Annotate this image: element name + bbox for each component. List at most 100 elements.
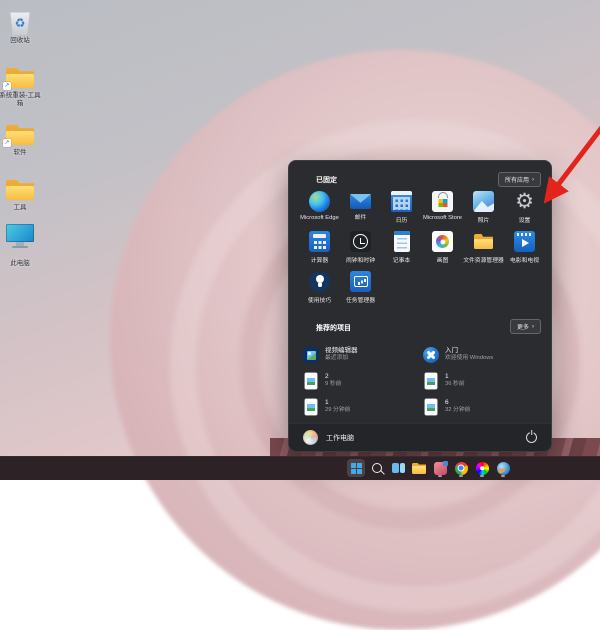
photos-icon xyxy=(473,191,494,212)
image-file-icon xyxy=(425,399,437,415)
start-menu: 已固定 所有应用 › Microsoft Edge 邮件 日历 Microsof… xyxy=(288,160,552,452)
all-apps-button[interactable]: 所有应用 › xyxy=(498,172,541,187)
recommended-subtitle: 32 分钟前 xyxy=(445,407,470,415)
monitor-icon xyxy=(6,224,34,242)
store-icon xyxy=(432,191,453,212)
taskbar-colorwheel-button[interactable] xyxy=(473,459,491,477)
recommended-item-file[interactable]: 6 32 分钟前 xyxy=(423,394,543,420)
pinned-app-label: Microsoft Store xyxy=(422,215,463,221)
taskbar-app-pink-button[interactable] xyxy=(431,459,449,477)
desktop-icon-folder-1[interactable]: 系统重装-工具箱 xyxy=(0,60,43,108)
pinned-app-calendar[interactable]: 日历 xyxy=(381,191,422,231)
pinned-app-label: 照片 xyxy=(463,215,504,224)
pinned-app-label: 闹钟和时钟 xyxy=(340,255,381,264)
pinned-app-label: 记事本 xyxy=(381,255,422,264)
desktop-icon-label: 回收站 xyxy=(0,37,43,45)
taskbar-globe-button[interactable] xyxy=(494,459,512,477)
folder-icon xyxy=(5,178,35,202)
notepad-icon xyxy=(394,231,410,252)
pinned-app-label: 电影和电视 xyxy=(504,255,545,264)
edge-icon xyxy=(309,191,330,212)
movies-tv-icon xyxy=(514,231,535,252)
windows-logo-icon xyxy=(351,463,362,474)
pinned-app-label: Microsoft Edge xyxy=(299,215,340,221)
all-apps-label: 所有应用 xyxy=(505,175,529,184)
recommended-subtitle: 最近添加 xyxy=(325,355,358,363)
image-file-icon xyxy=(425,373,437,389)
recommended-subtitle: 36 秒前 xyxy=(445,381,465,389)
folder-shortcut-icon xyxy=(5,123,35,147)
pinned-app-label: 日历 xyxy=(381,215,422,224)
recommended-item-video-editor[interactable]: 视频编辑器 最近添加 xyxy=(303,342,423,368)
recommended-item-file[interactable]: 1 29 分钟前 xyxy=(303,394,423,420)
pinned-app-explorer[interactable]: 文件资源管理器 xyxy=(463,231,504,271)
user-name[interactable]: 工作电脑 xyxy=(326,433,354,443)
settings-gear-icon xyxy=(514,191,535,212)
pinned-app-settings[interactable]: 设置 xyxy=(504,191,545,231)
pink-app-icon xyxy=(434,462,447,475)
pinned-app-calculator[interactable]: 计算器 xyxy=(299,231,340,271)
paint-icon xyxy=(432,231,453,252)
desktop-icon-label: 系统重装-工具箱 xyxy=(0,92,43,108)
pinned-app-notepad[interactable]: 记事本 xyxy=(381,231,422,271)
chrome-icon xyxy=(455,462,468,475)
desktop-icon-this-pc[interactable]: 此电脑 xyxy=(0,224,43,268)
running-indicator xyxy=(501,475,505,477)
calculator-icon xyxy=(309,231,330,252)
pinned-app-label: 使用技巧 xyxy=(299,295,340,304)
file-explorer-icon xyxy=(473,231,494,252)
pinned-apps-grid: Microsoft Edge 邮件 日历 Microsoft Store 照片 … xyxy=(299,191,545,311)
search-icon xyxy=(372,463,382,473)
pinned-app-alarms[interactable]: 闹钟和时钟 xyxy=(340,231,381,271)
more-button[interactable]: 更多 › xyxy=(510,319,541,334)
image-file-icon xyxy=(305,399,317,415)
folder-icon xyxy=(412,463,426,474)
pinned-app-store[interactable]: Microsoft Store xyxy=(422,191,463,231)
chevron-right-icon: › xyxy=(532,324,534,330)
desktop-icon-label: 软件 xyxy=(0,149,43,157)
pinned-app-photos[interactable]: 照片 xyxy=(463,191,504,231)
taskbar-search-button[interactable] xyxy=(368,459,386,477)
user-avatar[interactable] xyxy=(303,430,318,445)
task-manager-icon xyxy=(350,271,371,292)
pinned-app-label: 设置 xyxy=(504,215,545,224)
recycle-bin-icon: ♻ xyxy=(10,10,31,35)
mail-icon xyxy=(350,194,371,209)
pinned-app-movies[interactable]: 电影和电视 xyxy=(504,231,545,271)
pinned-app-label: 任务管理器 xyxy=(340,295,381,304)
start-menu-footer: 工作电脑 xyxy=(289,423,551,451)
pinned-app-label: 邮件 xyxy=(340,212,381,221)
taskbar-chrome-button[interactable] xyxy=(452,459,470,477)
calendar-icon xyxy=(391,191,412,212)
recommended-item-get-started[interactable]: 入门 欢迎使用 Windows xyxy=(423,342,543,368)
pinned-app-label: 文件资源管理器 xyxy=(463,255,504,264)
recommended-subtitle: 9 秒前 xyxy=(325,381,341,389)
pinned-app-tips[interactable]: 使用技巧 xyxy=(299,271,340,311)
desktop-icon-folder-2[interactable]: 软件 xyxy=(0,117,43,157)
video-editor-icon xyxy=(303,347,319,363)
pinned-app-paint[interactable]: 画图 xyxy=(422,231,463,271)
desktop-icon-folder-3[interactable]: 工具 xyxy=(0,172,43,212)
taskbar-taskview-button[interactable] xyxy=(389,459,407,477)
folder-shortcut-icon xyxy=(5,66,35,90)
taskbar-start-button[interactable] xyxy=(347,459,365,477)
recommended-subtitle: 欢迎使用 Windows xyxy=(445,355,493,363)
tips-bulb-icon xyxy=(309,271,330,292)
power-icon[interactable] xyxy=(526,432,537,443)
desktop-icon-label: 工具 xyxy=(0,204,43,212)
recommended-subtitle: 29 分钟前 xyxy=(325,407,350,415)
task-view-icon xyxy=(392,463,405,473)
recommended-item-file[interactable]: 2 9 秒前 xyxy=(303,368,423,394)
desktop-icon-label: 此电脑 xyxy=(0,260,43,268)
pinned-app-taskmanager[interactable]: 任务管理器 xyxy=(340,271,381,311)
taskbar-explorer-button[interactable] xyxy=(410,459,428,477)
running-indicator xyxy=(459,475,463,477)
pinned-app-edge[interactable]: Microsoft Edge xyxy=(299,191,340,231)
recommended-section-header: 推荐的项目 xyxy=(316,323,351,333)
pinned-app-mail[interactable]: 邮件 xyxy=(340,191,381,231)
recommended-grid: 视频编辑器 最近添加 入门 欢迎使用 Windows 2 9 秒前 1 36 秒… xyxy=(303,342,543,420)
alarm-clock-icon xyxy=(350,231,371,252)
desktop-icon-recycle-bin[interactable]: ♻ 回收站 xyxy=(0,5,43,45)
color-wheel-icon xyxy=(476,462,489,475)
recommended-item-file[interactable]: 1 36 秒前 xyxy=(423,368,543,394)
